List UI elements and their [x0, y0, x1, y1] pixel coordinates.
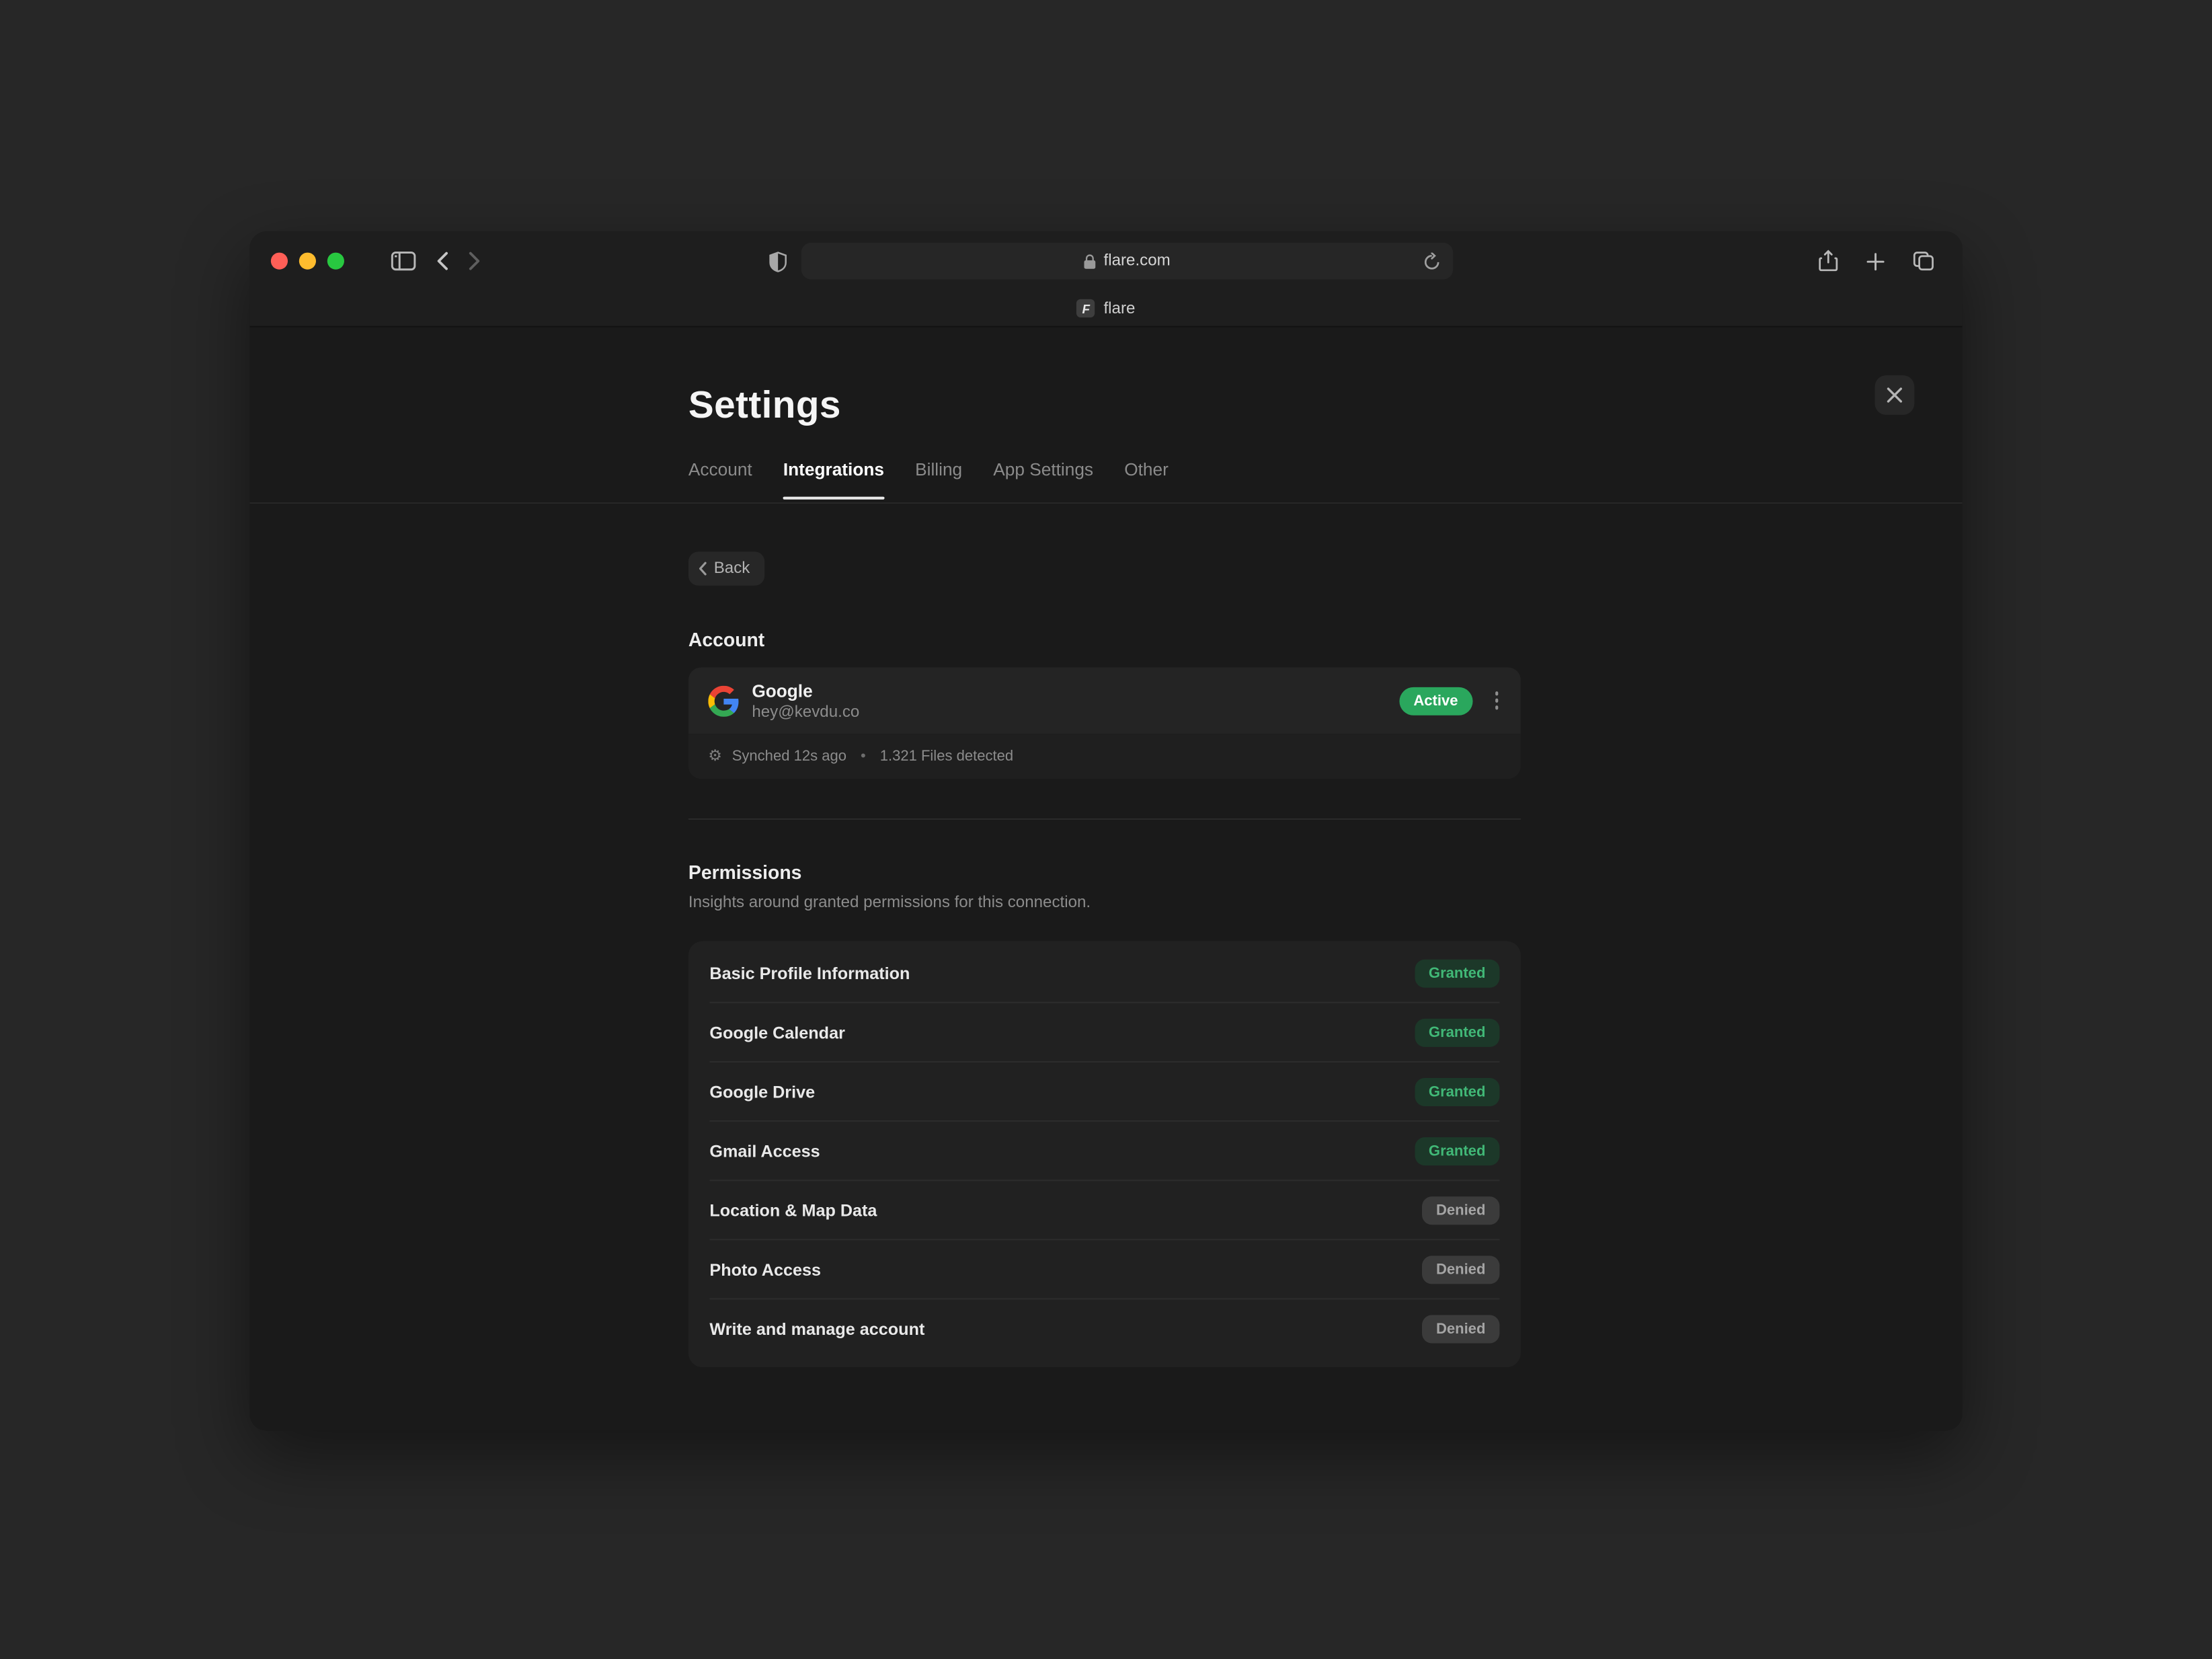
- permission-row: Google Calendar Granted: [709, 1003, 1499, 1063]
- desktop: flare.com: [0, 0, 2212, 1659]
- permission-status-badge: Granted: [1415, 1077, 1499, 1106]
- forward-nav-icon[interactable]: [469, 251, 481, 270]
- section-divider: [688, 818, 1521, 820]
- traffic-lights: [271, 253, 344, 270]
- tab-bar[interactable]: F flare: [249, 291, 1962, 325]
- permission-row: Write and manage account Denied: [709, 1299, 1499, 1358]
- new-tab-icon[interactable]: [1866, 252, 1885, 270]
- permission-row: Location & Map Data Denied: [709, 1181, 1499, 1240]
- permission-label: Google Drive: [709, 1081, 815, 1101]
- permission-label: Write and manage account: [709, 1319, 924, 1339]
- permission-status-badge: Denied: [1422, 1255, 1499, 1283]
- google-logo-icon: [708, 685, 739, 716]
- back-button-label: Back: [714, 560, 750, 577]
- permission-status-badge: Denied: [1422, 1196, 1499, 1224]
- reload-icon[interactable]: [1423, 252, 1440, 270]
- tab-app-settings[interactable]: App Settings: [993, 460, 1093, 498]
- account-section-heading: Account: [688, 629, 764, 650]
- permissions-subtitle: Insights around granted permissions for …: [688, 894, 1091, 911]
- back-button[interactable]: Back: [688, 551, 764, 585]
- files-detected-text: 1.321 Files detected: [880, 748, 1013, 765]
- sidebar-toggle-icon[interactable]: [391, 251, 416, 270]
- close-window-button[interactable]: [271, 253, 288, 270]
- permission-status-badge: Granted: [1415, 1136, 1499, 1165]
- permission-label: Photo Access: [709, 1260, 821, 1279]
- tab-other[interactable]: Other: [1124, 460, 1169, 498]
- permission-row: Photo Access Denied: [709, 1240, 1499, 1299]
- integration-card-main[interactable]: Google hey@kevdu.co Active: [688, 667, 1521, 734]
- zoom-window-button[interactable]: [327, 253, 344, 270]
- permission-label: Location & Map Data: [709, 1200, 877, 1220]
- integration-provider: Google: [752, 681, 859, 700]
- tab-overview-icon[interactable]: [1913, 251, 1934, 270]
- kebab-menu-icon[interactable]: [1492, 689, 1501, 712]
- permission-label: Gmail Access: [709, 1141, 820, 1160]
- status-badge: Active: [1399, 687, 1472, 715]
- sync-status-bar: ⚙ Synched 12s ago • 1.321 Files detected: [688, 734, 1521, 779]
- tabs-divider: [249, 502, 1962, 504]
- sync-status-text: Synched 12s ago: [732, 748, 846, 765]
- tab-favicon: F: [1077, 299, 1095, 317]
- close-settings-button[interactable]: [1875, 375, 1915, 415]
- permission-status-badge: Granted: [1415, 1018, 1499, 1046]
- tab-title: flare: [1103, 300, 1135, 317]
- permissions-panel: Basic Profile Information Granted Google…: [688, 941, 1521, 1368]
- permission-row: Basic Profile Information Granted: [709, 944, 1499, 1003]
- integration-card: Google hey@kevdu.co Active ⚙ Synched 12s…: [688, 667, 1521, 779]
- permission-label: Google Calendar: [709, 1022, 844, 1042]
- permissions-heading: Permissions: [688, 862, 801, 883]
- integration-email: hey@kevdu.co: [752, 703, 859, 720]
- permission-label: Basic Profile Information: [709, 963, 910, 982]
- address-bar[interactable]: flare.com: [801, 243, 1453, 280]
- gear-icon: ⚙: [708, 748, 722, 764]
- browser-window: flare.com: [249, 231, 1962, 1430]
- lock-icon: [1084, 254, 1097, 269]
- settings-page: Settings Account Integrations Billing Ap…: [249, 327, 1962, 1430]
- permission-status-badge: Granted: [1415, 959, 1499, 987]
- permission-status-badge: Denied: [1422, 1315, 1499, 1344]
- minimize-window-button[interactable]: [299, 253, 316, 270]
- back-nav-icon[interactable]: [436, 251, 448, 270]
- share-icon[interactable]: [1819, 249, 1838, 272]
- browser-toolbar: flare.com: [249, 231, 1962, 291]
- tab-account[interactable]: Account: [688, 460, 752, 498]
- browser-chrome: flare.com: [249, 231, 1962, 327]
- tab-billing[interactable]: Billing: [915, 460, 962, 498]
- settings-tabs: Account Integrations Billing App Setting…: [688, 460, 1169, 498]
- permission-row: Gmail Access Granted: [709, 1122, 1499, 1181]
- tab-integrations[interactable]: Integrations: [783, 460, 884, 498]
- address-text: flare.com: [1104, 253, 1171, 270]
- privacy-shield-icon[interactable]: [769, 250, 787, 271]
- dot-separator: •: [861, 748, 866, 765]
- chevron-left-icon: [699, 562, 707, 576]
- page-title: Settings: [688, 384, 841, 428]
- permission-row: Google Drive Granted: [709, 1063, 1499, 1122]
